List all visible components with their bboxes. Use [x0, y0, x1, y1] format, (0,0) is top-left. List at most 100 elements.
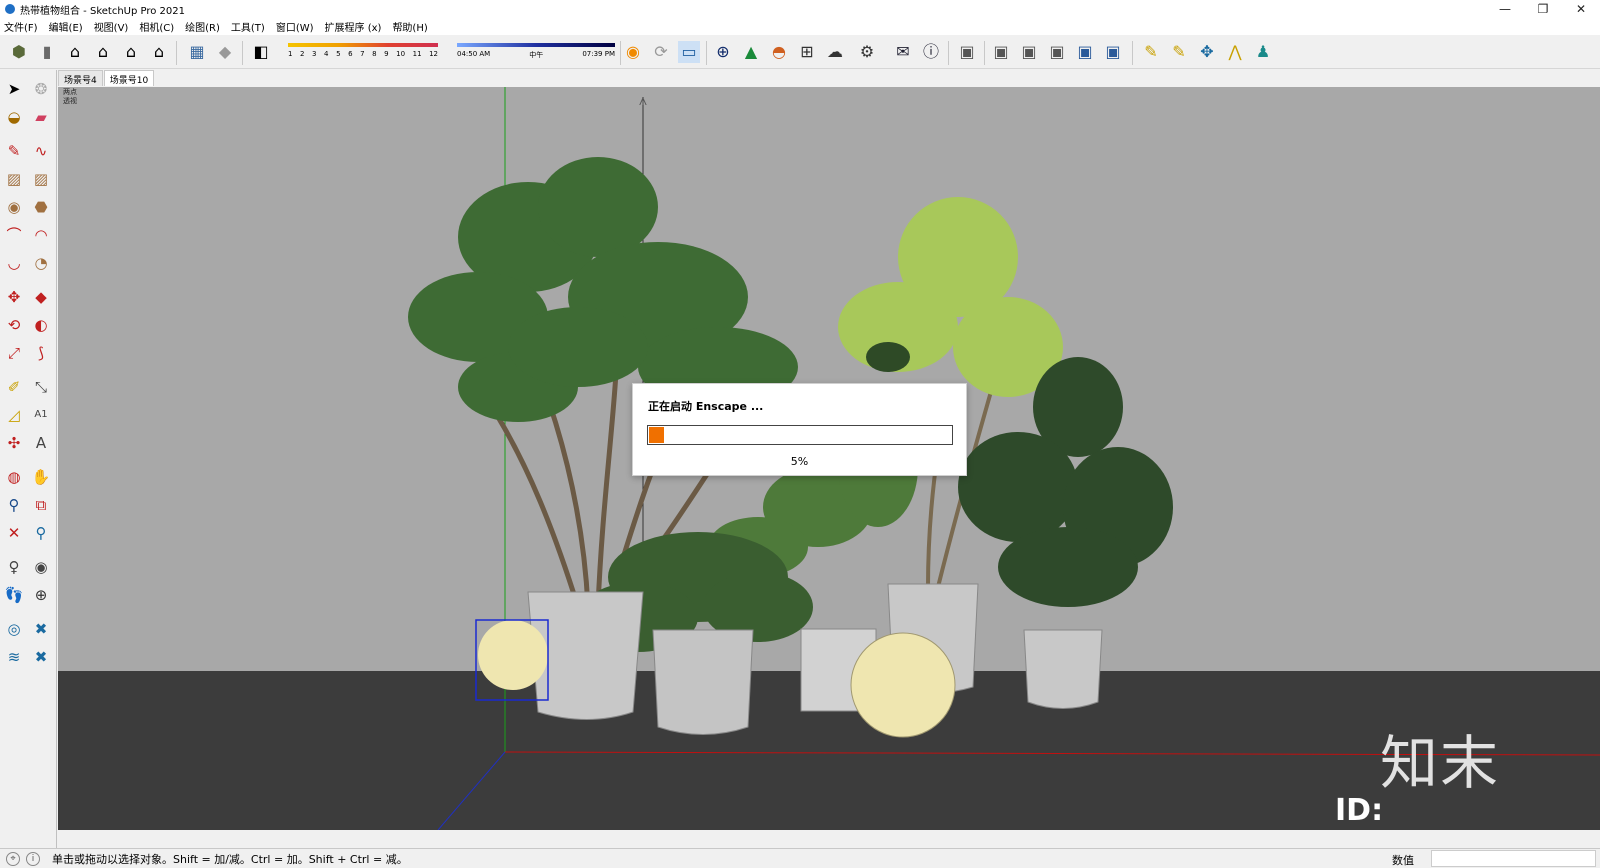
solid-intersect-icon[interactable]: ▣: [1018, 41, 1040, 63]
solid-subtract-icon[interactable]: ▣: [1046, 41, 1068, 63]
solid-split-icon[interactable]: ▣: [1102, 41, 1124, 63]
menu-view[interactable]: 视图(V): [94, 19, 129, 34]
restore-button[interactable]: ❐: [1524, 0, 1562, 18]
geolocation-icon[interactable]: ⌖: [6, 851, 20, 866]
position-camera-icon[interactable]: ♀: [3, 556, 25, 578]
map-location-icon[interactable]: ▦: [186, 41, 208, 63]
section-plane-icon[interactable]: ⊕: [30, 584, 52, 606]
move-icon[interactable]: ✥: [3, 286, 25, 308]
look-around-icon[interactable]: ◉: [30, 556, 52, 578]
layers-icon[interactable]: ≋: [3, 646, 25, 668]
drape-icon[interactable]: ♟: [1252, 41, 1274, 63]
shadow-time-slider[interactable]: 04:50 AM 中午 07:39 PM: [457, 40, 615, 62]
extension-manager-icon[interactable]: ✖: [30, 646, 52, 668]
menu-file[interactable]: 文件(F): [4, 19, 38, 34]
enscape-start-icon[interactable]: ◉: [622, 41, 644, 63]
menu-edit[interactable]: 编辑(E): [49, 19, 83, 34]
tree-upload-icon[interactable]: ▲: [740, 41, 762, 63]
help-info-icon[interactable]: i: [26, 851, 40, 866]
select-tool-icon[interactable]: ➤: [3, 78, 25, 100]
pot-monstera: [652, 629, 754, 735]
sunrise-icon[interactable]: ◓: [768, 41, 790, 63]
rectangle-icon[interactable]: ▨: [3, 168, 25, 190]
month-label: 10: [396, 50, 406, 58]
scene-tab[interactable]: 场景号4: [58, 70, 103, 86]
shadow-month-slider[interactable]: 1 2 3 4 5 6 7 8 9 10 11 12: [288, 40, 438, 62]
zoom-window-icon[interactable]: ⧉: [30, 494, 52, 516]
left-view-icon[interactable]: ⌂: [148, 41, 170, 63]
shadow-toggle-icon[interactable]: ◧: [250, 41, 272, 63]
previous-view-icon[interactable]: ⚲: [30, 522, 52, 544]
eraser-icon[interactable]: ▰: [30, 106, 52, 128]
menu-bar: 文件(F) 编辑(E) 视图(V) 相机(C) 绘图(R) 工具(T) 窗口(W…: [0, 18, 1600, 35]
right-view-icon[interactable]: ⌂: [92, 41, 114, 63]
walk-icon[interactable]: 👣: [3, 584, 25, 606]
cloud-upload-icon[interactable]: ☁: [824, 41, 846, 63]
axes-icon[interactable]: ✣: [3, 432, 25, 454]
two-point-arc-icon[interactable]: ◠: [30, 224, 52, 246]
enscape-link-view-icon[interactable]: ▭: [678, 41, 700, 63]
solid-trim-icon[interactable]: ▣: [1074, 41, 1096, 63]
rotate-icon[interactable]: ⟲: [3, 314, 25, 336]
pot-fern-palm: [1023, 629, 1103, 709]
top-view-icon[interactable]: ▮: [36, 41, 58, 63]
info-icon[interactable]: ⓘ: [920, 41, 942, 63]
terrain-icon[interactable]: ◆: [214, 41, 236, 63]
measurements-input[interactable]: [1431, 850, 1596, 867]
circle-icon[interactable]: ◉: [3, 196, 25, 218]
menu-help[interactable]: 帮助(H): [392, 19, 427, 34]
zoom-extents-icon[interactable]: ✕: [3, 522, 25, 544]
scale-icon[interactable]: ⤢: [3, 342, 25, 364]
minimize-button[interactable]: —: [1486, 0, 1524, 18]
push-pull-icon[interactable]: ◆: [30, 286, 52, 308]
toolbar-separator: [706, 41, 707, 65]
feedback-mail-icon[interactable]: ✉: [892, 41, 914, 63]
close-button[interactable]: ✕: [1562, 0, 1600, 18]
component-tool-icon[interactable]: ❂: [30, 78, 52, 100]
status-hint: 单击或拖动以选择对象。Shift = 加/减。Ctrl = 加。Shift + …: [52, 852, 408, 866]
line-tool-icon[interactable]: ✎: [3, 140, 25, 162]
freehand-icon[interactable]: ∿: [30, 140, 52, 162]
paint-bucket-icon[interactable]: ◒: [3, 106, 25, 128]
solid-union-icon[interactable]: ▣: [990, 41, 1012, 63]
add-circle-icon[interactable]: ⊕: [712, 41, 734, 63]
smoove-icon[interactable]: ✥: [1196, 41, 1218, 63]
menu-camera[interactable]: 相机(C): [139, 19, 174, 34]
polygon-icon[interactable]: ⬣: [30, 196, 52, 218]
3d-text-icon[interactable]: A: [30, 432, 52, 454]
text-tool-icon[interactable]: A1: [30, 404, 52, 426]
three-point-arc-icon[interactable]: ◡: [3, 252, 25, 274]
3d-viewport[interactable]: 两点 透视 ⩚ 知末 ID: 正在启动 Enscape ... 5%: [58, 87, 1600, 830]
front-view-icon[interactable]: ⌂: [64, 41, 86, 63]
component-icon[interactable]: ▣: [956, 41, 978, 63]
stamp-icon[interactable]: ⋀: [1224, 41, 1246, 63]
orbit-icon[interactable]: ◍: [3, 466, 25, 488]
offset-icon[interactable]: ⟆: [30, 342, 52, 364]
tape-measure-icon[interactable]: ✐: [3, 376, 25, 398]
dimension-icon[interactable]: ⤡: [30, 376, 52, 398]
protractor-icon[interactable]: ◿: [3, 404, 25, 426]
sandbox-from-scratch-icon[interactable]: ✎: [1168, 41, 1190, 63]
menu-draw[interactable]: 绘图(R): [185, 19, 220, 34]
left-tool-palette: ➤ ❂ ◒ ▰ ✎ ∿ ▨ ▨ ◉ ⬣ ⌒ ◠ ◡ ◔ ✥ ◆ ⟲ ◐ ⤢ ⟆ …: [0, 70, 57, 848]
sandbox-from-contours-icon[interactable]: ✎: [1140, 41, 1162, 63]
extension-warehouse-icon[interactable]: ✖: [30, 618, 52, 640]
pan-icon[interactable]: ✋: [30, 466, 52, 488]
follow-me-icon[interactable]: ◐: [30, 314, 52, 336]
menu-tools[interactable]: 工具(T): [231, 19, 265, 34]
arc-icon[interactable]: ⌒: [3, 224, 25, 246]
iso-view-icon[interactable]: ⬢: [8, 41, 30, 63]
scene-tab-active[interactable]: 场景号10: [103, 70, 155, 86]
menu-window[interactable]: 窗口(W): [276, 19, 314, 34]
pie-icon[interactable]: ◔: [30, 252, 52, 274]
watermark-id: ID: 1156529993: [1335, 793, 1544, 830]
settings-gears-icon[interactable]: ⚙: [856, 41, 878, 63]
warehouse-icon[interactable]: ◎: [3, 618, 25, 640]
zoom-icon[interactable]: ⚲: [3, 494, 25, 516]
checker-sphere-icon[interactable]: ⊞: [796, 41, 818, 63]
status-bar: ⌖ i 单击或拖动以选择对象。Shift = 加/减。Ctrl = 加。Shif…: [0, 848, 1600, 868]
menu-extensions[interactable]: 扩展程序 (x): [325, 19, 382, 34]
back-view-icon[interactable]: ⌂: [120, 41, 142, 63]
enscape-sync-icon[interactable]: ⟳: [650, 41, 672, 63]
rotated-rectangle-icon[interactable]: ▨: [30, 168, 52, 190]
